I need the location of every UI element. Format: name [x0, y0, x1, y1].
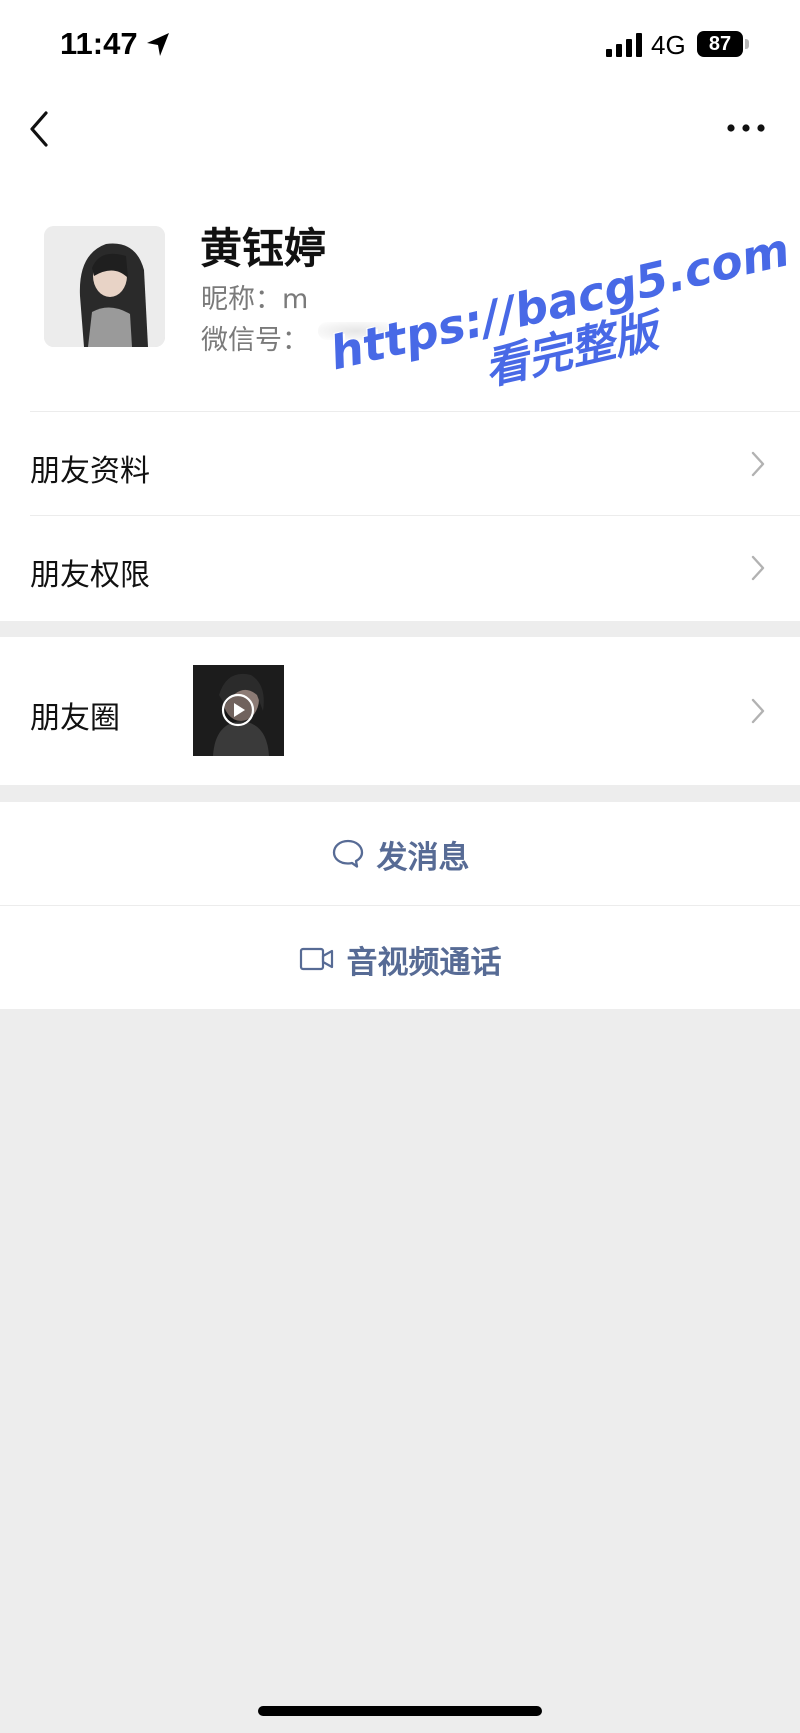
video-call-label: 音视频通话 — [346, 944, 502, 981]
row-moments[interactable] — [0, 637, 800, 785]
video-call-button[interactable]: 音视频通话 — [0, 909, 800, 1009]
avatar[interactable] — [44, 226, 165, 347]
row-moments-label: 朋友圈 — [30, 701, 120, 736]
chat-bubble-icon — [332, 839, 363, 868]
network-label: 4G — [651, 30, 686, 60]
more-icon[interactable] — [726, 118, 766, 138]
profile-wechat-id: 微信号： — [201, 325, 309, 356]
actions-panel: 发消息 音视频通话 — [0, 802, 800, 1009]
chevron-right-icon — [751, 698, 765, 724]
avatar-image — [44, 226, 165, 347]
send-message-button[interactable]: 发消息 — [0, 804, 800, 904]
location-arrow-icon — [147, 33, 169, 56]
signal-icon — [606, 33, 642, 57]
chevron-right-icon — [751, 451, 765, 477]
home-indicator[interactable] — [258, 1706, 542, 1716]
battery-indicator: 87 — [697, 31, 743, 57]
battery-nub — [745, 39, 749, 49]
profile-name: 黄钰婷 — [200, 224, 327, 273]
profile-nickname: 昵称：m — [201, 284, 309, 315]
back-icon[interactable] — [26, 107, 56, 151]
row-friend-info-label: 朋友资料 — [30, 454, 150, 489]
row-friend-permissions-label: 朋友权限 — [30, 558, 150, 593]
status-time: 11:47 — [60, 26, 138, 61]
divider — [0, 905, 800, 906]
moments-thumbnail[interactable] — [193, 665, 284, 756]
send-message-label: 发消息 — [376, 839, 470, 876]
video-camera-icon — [299, 947, 333, 971]
chevron-right-icon — [751, 555, 765, 581]
video-play-icon — [221, 693, 255, 727]
